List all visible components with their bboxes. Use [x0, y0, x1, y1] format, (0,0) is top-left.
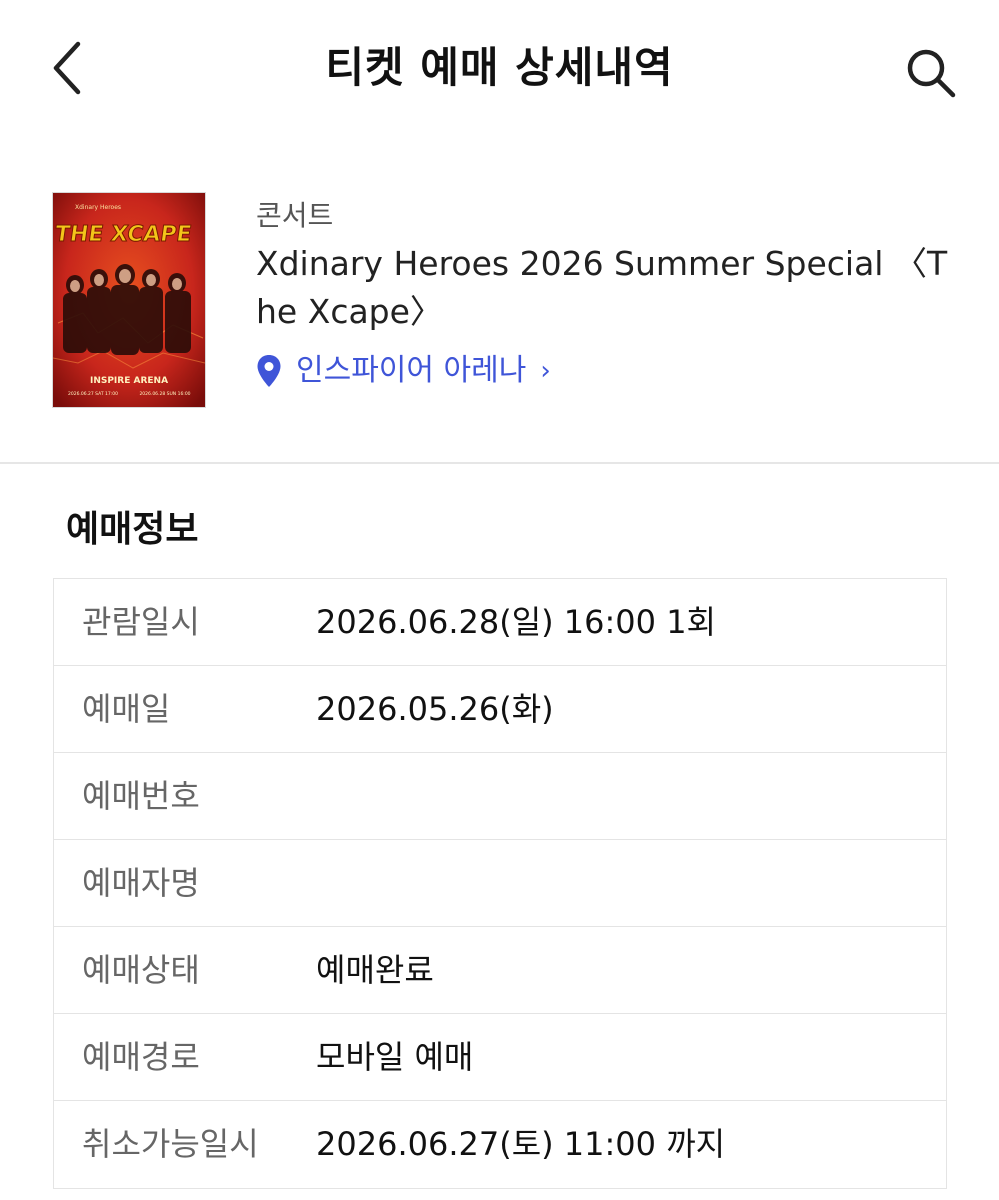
info-label: 예매자명: [82, 864, 200, 902]
venue-link[interactable]: 인스파이어 아레나 ›: [256, 350, 551, 392]
info-row-booker-name: 예매자명: [54, 840, 946, 927]
info-row-viewing-datetime: 관람일시 2026.06.28(일) 16:00 1회: [54, 579, 946, 666]
poster-image: Xdinary Heroes THE XCAPE INSPIRE ARENA 2…: [53, 193, 205, 407]
info-label: 예매상태: [82, 951, 200, 989]
section-divider: [0, 462, 999, 464]
poster-arena-text: INSPIRE ARENA: [90, 376, 168, 386]
info-value: 2026.05.26(화): [316, 690, 554, 728]
poster-logo: THE XCAPE: [53, 221, 193, 247]
info-label: 취소가능일시: [82, 1125, 259, 1163]
info-label: 예매일: [82, 690, 171, 728]
header: 티켓 예매 상세내역: [0, 0, 999, 140]
poster-date-2: 2026.06.28 SUN 16:00: [139, 391, 190, 397]
info-row-booking-status: 예매상태 예매완료: [54, 927, 946, 1014]
poster-band-text: Xdinary Heroes: [75, 204, 121, 211]
venue-label: 인스파이어 아레나: [296, 353, 527, 388]
chevron-right-icon: ›: [540, 356, 551, 386]
info-label: 관람일시: [82, 603, 200, 641]
info-row-booking-date: 예매일 2026.05.26(화): [54, 666, 946, 753]
info-label: 예매번호: [82, 777, 200, 815]
info-value: 모바일 예매: [316, 1038, 474, 1076]
page-title: 티켓 예매 상세내역: [325, 43, 674, 92]
event-category: 콘서트: [256, 199, 334, 232]
event-summary: Xdinary Heroes THE XCAPE INSPIRE ARENA 2…: [0, 140, 999, 462]
booking-section-title: 예매정보: [66, 509, 199, 550]
info-value: 2026.06.27(토) 11:00 까지: [316, 1125, 726, 1163]
search-button[interactable]: [898, 40, 964, 106]
info-value: 예매완료: [316, 951, 434, 989]
event-poster[interactable]: Xdinary Heroes THE XCAPE INSPIRE ARENA 2…: [52, 192, 206, 408]
location-pin-icon: [257, 355, 281, 387]
event-title: Xdinary Heroes 2026 Summer Special 〈The …: [256, 244, 948, 331]
info-row-booking-number: 예매번호: [54, 753, 946, 840]
info-row-cancel-deadline: 취소가능일시 2026.06.27(토) 11:00 까지: [54, 1101, 946, 1188]
info-label: 예매경로: [82, 1038, 200, 1076]
info-value: 2026.06.28(일) 16:00 1회: [316, 603, 716, 641]
info-row-booking-channel: 예매경로 모바일 예매: [54, 1014, 946, 1101]
booking-info-table: 관람일시 2026.06.28(일) 16:00 1회 예매일 2026.05.…: [53, 578, 947, 1189]
poster-date-1: 2026.06.27 SAT 17:00: [68, 391, 118, 397]
ticket-detail-page: 티켓 예매 상세내역 Xdinary Heroes THE XCAPE INSP…: [0, 0, 999, 1200]
search-icon: [907, 49, 956, 98]
